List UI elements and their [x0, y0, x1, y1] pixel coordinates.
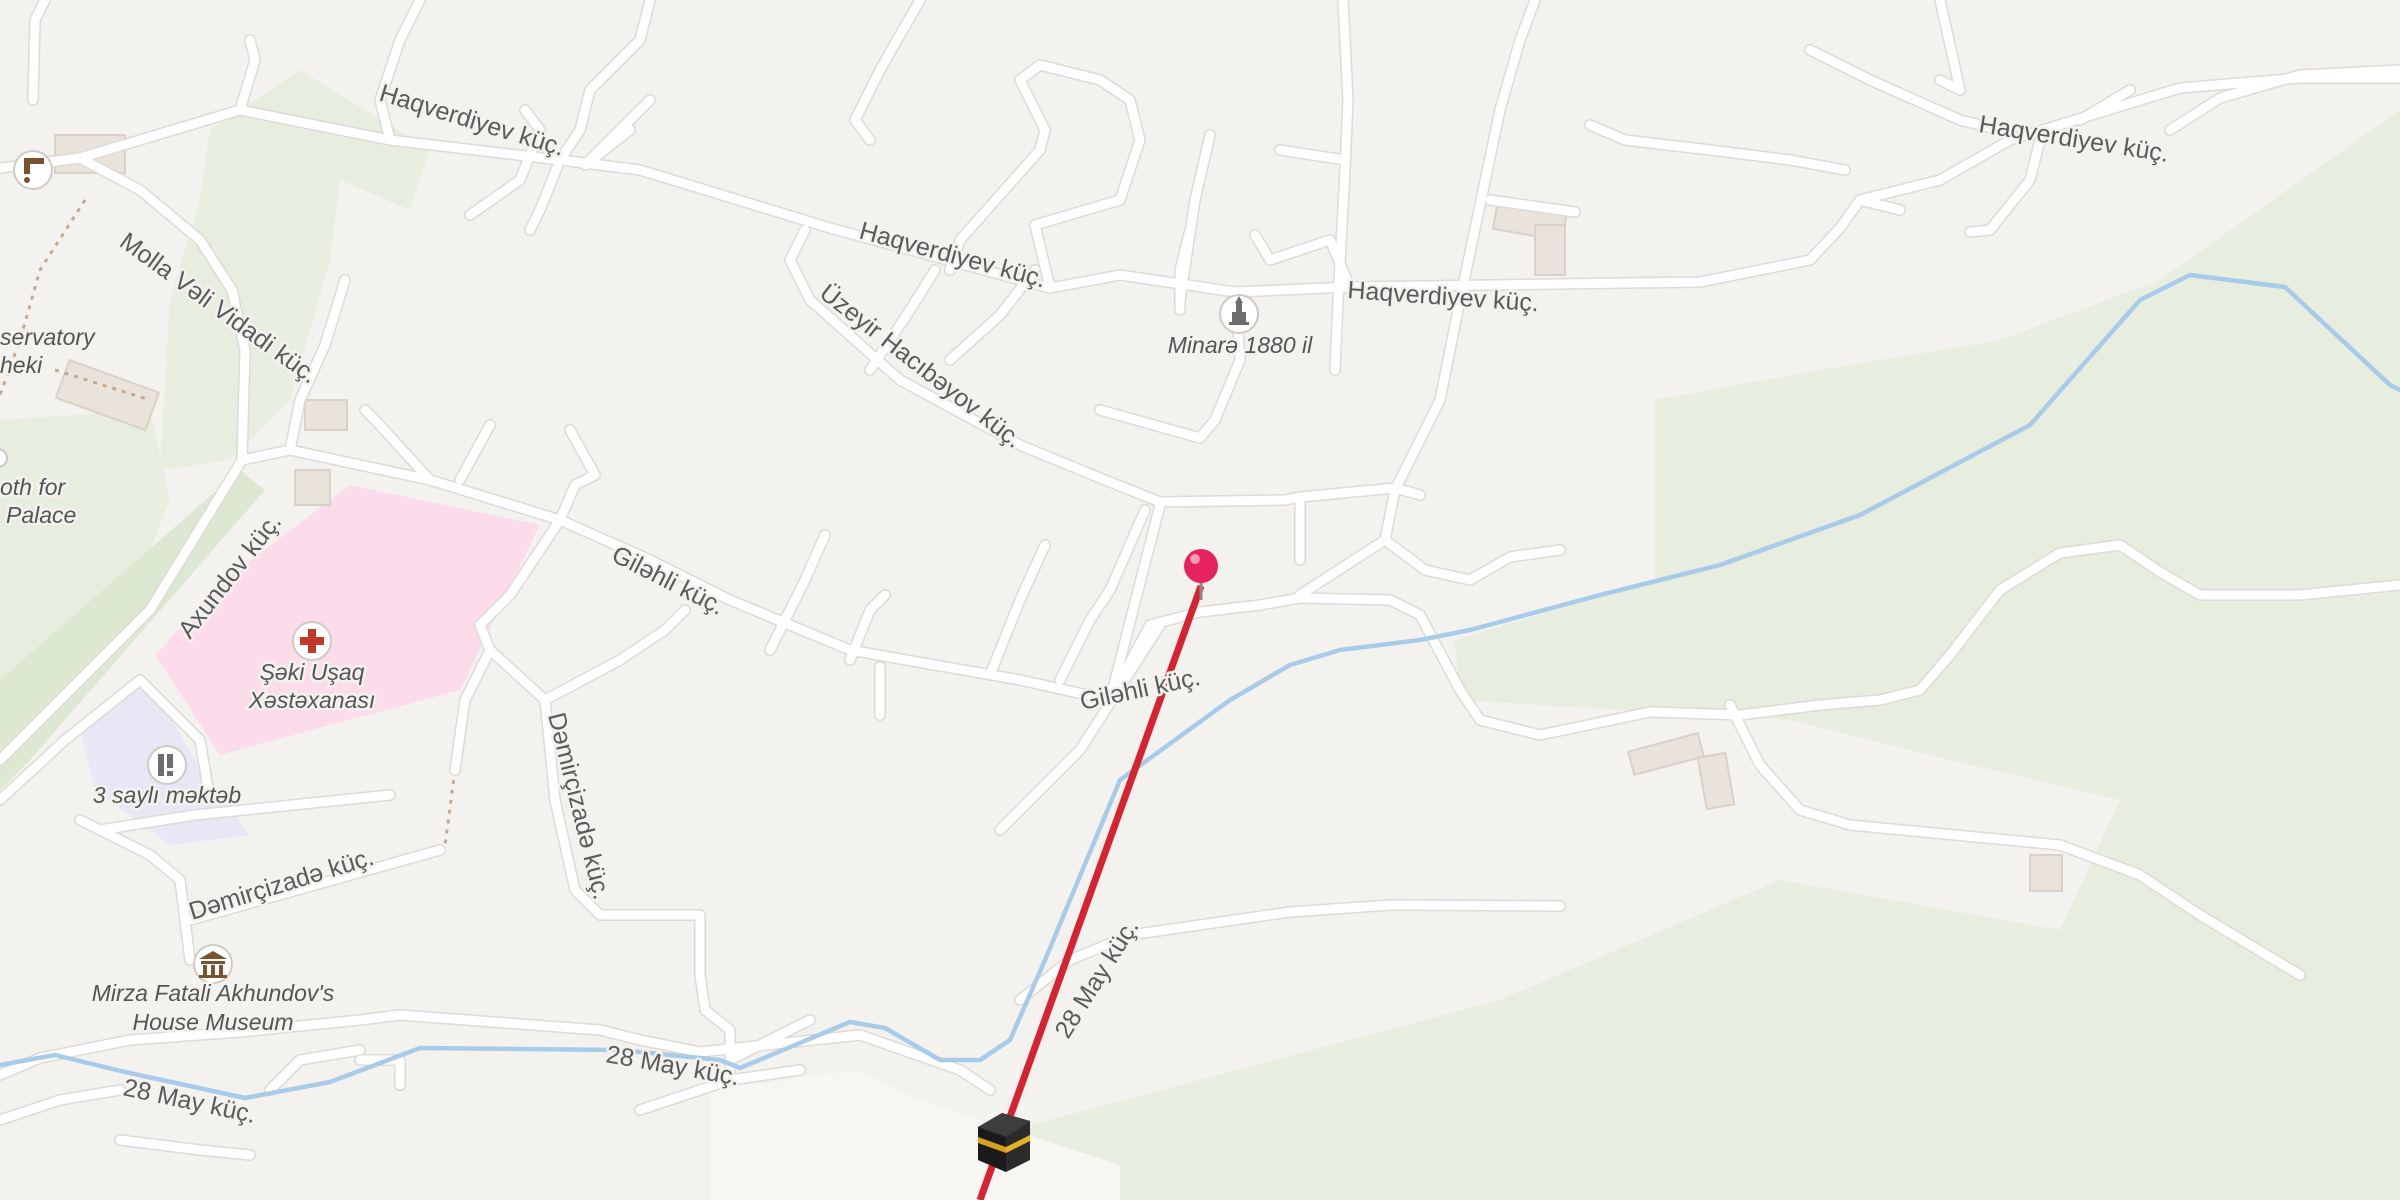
- street-label-uzeyir-hacibeyov: Üzeyir Hacıbəyov küç.: [814, 279, 1027, 454]
- road: [1175, 130, 1215, 305]
- road: [1275, 145, 1350, 165]
- road: [1585, 120, 1850, 175]
- poi-label-palace-line2: Palace: [6, 502, 76, 528]
- building: [304, 399, 348, 431]
- road: [580, 95, 655, 170]
- map-canvas[interactable]: Haqverdiyev küç. Haqverdiyev küç. Haqver…: [0, 0, 2400, 1200]
- poi-water-tap[interactable]: [13, 150, 53, 190]
- poi-label-museum-line1: Mirza Fatali Akhundov's: [92, 980, 335, 1006]
- poi-label-hospital-line1: Şəki Uşaq: [260, 659, 365, 685]
- street-label-gilehli: Giləhli küç.: [1077, 663, 1202, 716]
- street-label-haqverdiyev: Haqverdiyev küç.: [856, 217, 1048, 294]
- poi-label-museum-line2: House Museum: [132, 1009, 293, 1035]
- road: [555, 425, 600, 525]
- road: [375, 0, 425, 145]
- street-label-gilehli: Giləhli küç.: [607, 540, 729, 620]
- road: [785, 225, 1425, 507]
- poi-label-school: 3 saylı məktəb: [93, 782, 241, 808]
- building: [294, 469, 331, 506]
- poi-minare[interactable]: Minarə 1880 il: [1165, 294, 1316, 361]
- building: [1626, 731, 1706, 777]
- building: [1534, 224, 1566, 276]
- road: [1095, 287, 1245, 443]
- poi-label-observatory-line1: servatory: [0, 324, 96, 350]
- poi-label-hospital-line2: Xəstəxanası: [248, 687, 376, 713]
- road: [1380, 535, 1565, 585]
- poi-label-observatory-line2: heki: [0, 352, 43, 378]
- footpath: [443, 769, 457, 846]
- road: [985, 540, 1050, 680]
- building: [1696, 751, 1736, 811]
- street-label-demircizade: Dəmirçizadə küç.: [186, 843, 378, 926]
- poi-label-minare: Minarə 1880 il: [1168, 332, 1313, 358]
- water-tap-icon-circle: [13, 150, 53, 190]
- street-label-28-may: 28 May küç.: [121, 1073, 259, 1128]
- road: [555, 0, 655, 165]
- map-view[interactable]: Haqverdiyev küç. Haqverdiyev küç. Haqver…: [0, 0, 2400, 1200]
- road: [1390, 0, 1540, 495]
- road: [525, 155, 565, 235]
- road: [1855, 195, 1905, 215]
- road: [455, 420, 495, 485]
- road: [1330, 0, 1353, 375]
- street-label-28-may: 28 May küç.: [1049, 914, 1144, 1043]
- road: [1935, 0, 1965, 95]
- location-pin-icon[interactable]: [1184, 549, 1218, 600]
- building: [2029, 854, 2063, 892]
- land-cover: [0, 70, 2400, 1200]
- road: [850, 0, 925, 145]
- poi-label-palace-line1: oth for: [0, 474, 67, 500]
